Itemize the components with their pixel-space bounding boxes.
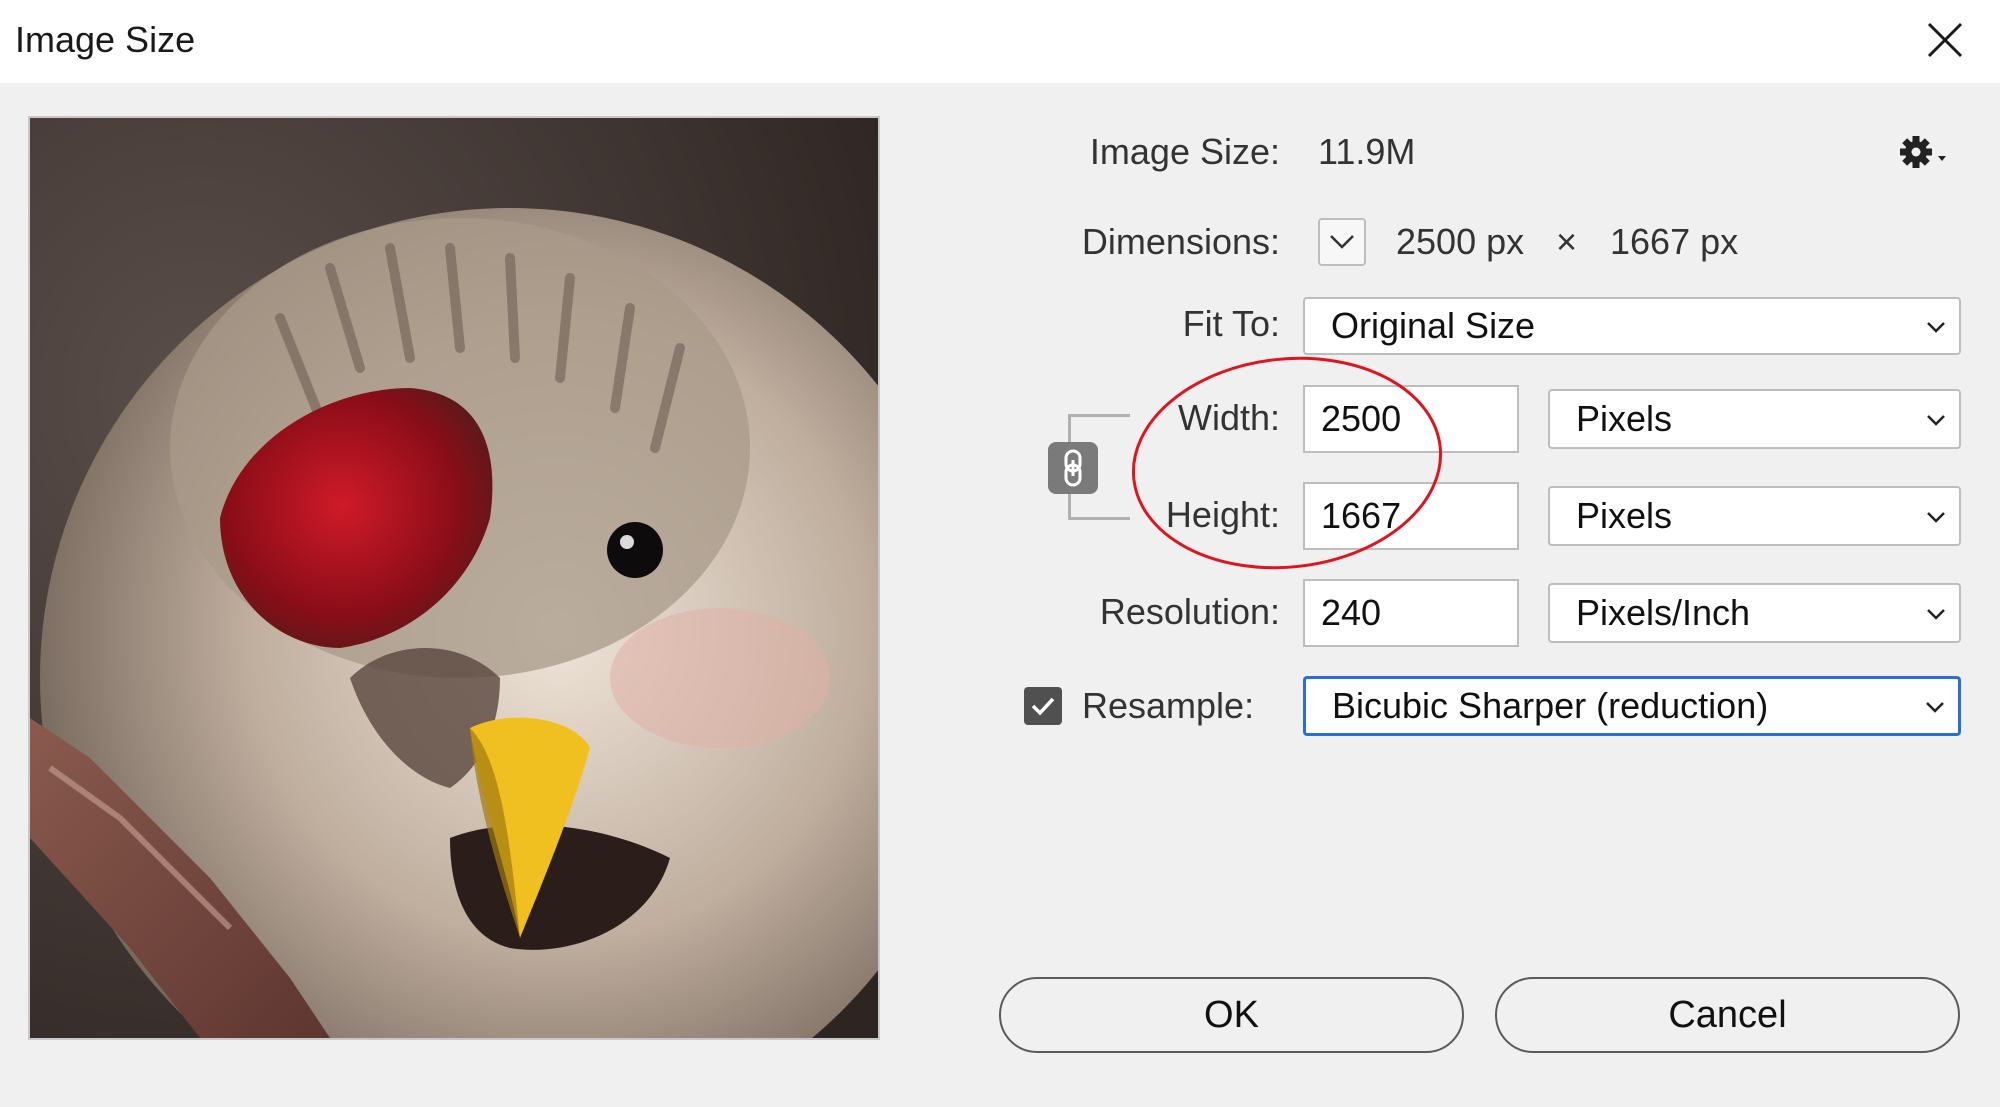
dimensions-label: Dimensions: <box>1081 221 1280 262</box>
chevron-down-icon <box>1927 415 1945 426</box>
chevron-down-icon <box>1927 609 1945 620</box>
ok-button-label: OK <box>1204 993 1259 1036</box>
cancel-button-label: Cancel <box>1668 993 1787 1036</box>
chevron-down-icon <box>1926 702 1944 713</box>
fit-to-value: Original Size <box>1331 305 1536 346</box>
chevron-down-icon <box>1330 235 1354 249</box>
dimensions-times-sign: × <box>1556 221 1578 262</box>
bird-photo <box>30 118 878 1038</box>
resample-method-value: Bicubic Sharper (reduction) <box>1332 685 1769 726</box>
chevron-down-icon <box>1927 512 1945 523</box>
close-button[interactable] <box>1915 10 1975 70</box>
image-size-value: 11.9M <box>1318 131 1416 172</box>
image-preview[interactable] <box>28 116 880 1040</box>
gear-icon <box>1900 136 1946 168</box>
annotation-circle <box>1131 356 1443 570</box>
chevron-down-icon <box>1927 322 1945 333</box>
resolution-unit-value: Pixels/Inch <box>1576 592 1751 633</box>
dimensions-unit-dropdown[interactable] <box>1318 218 1366 266</box>
constrain-proportions-toggle[interactable] <box>1048 442 1098 494</box>
resolution-label: Resolution: <box>1099 591 1280 632</box>
resolution-input[interactable]: 240 <box>1303 579 1519 647</box>
resample-label: Resample: <box>1082 685 1255 726</box>
settings-menu-button[interactable] <box>1898 130 1954 174</box>
resample-method-select[interactable]: Bicubic Sharper (reduction) <box>1303 676 1961 736</box>
image-size-label: Image Size: <box>1089 131 1280 172</box>
checkmark-icon <box>1031 697 1055 716</box>
title-bar: Image Size <box>0 0 2000 83</box>
width-unit-select[interactable]: Pixels <box>1548 389 1961 449</box>
fit-to-select[interactable]: Original Size <box>1303 297 1961 355</box>
dimensions-width-value: 2500 px <box>1396 221 1525 262</box>
image-size-dialog: Image Size Image Size: 11.9M Dimensions:… <box>0 0 2000 1107</box>
close-icon <box>1927 22 1963 58</box>
resample-checkbox[interactable] <box>1024 687 1062 725</box>
cancel-button[interactable]: Cancel <box>1495 977 1960 1053</box>
resolution-input-value: 240 <box>1321 592 1382 633</box>
dimensions-height-value: 1667 px <box>1610 221 1739 262</box>
ok-button[interactable]: OK <box>999 977 1464 1053</box>
width-unit-value: Pixels <box>1576 398 1673 439</box>
fit-to-label: Fit To: <box>1182 303 1280 344</box>
height-unit-value: Pixels <box>1576 495 1673 536</box>
chain-link-icon <box>1064 449 1082 487</box>
resolution-unit-select[interactable]: Pixels/Inch <box>1548 583 1961 643</box>
height-unit-select[interactable]: Pixels <box>1548 486 1961 546</box>
dialog-title: Image Size <box>15 19 196 60</box>
